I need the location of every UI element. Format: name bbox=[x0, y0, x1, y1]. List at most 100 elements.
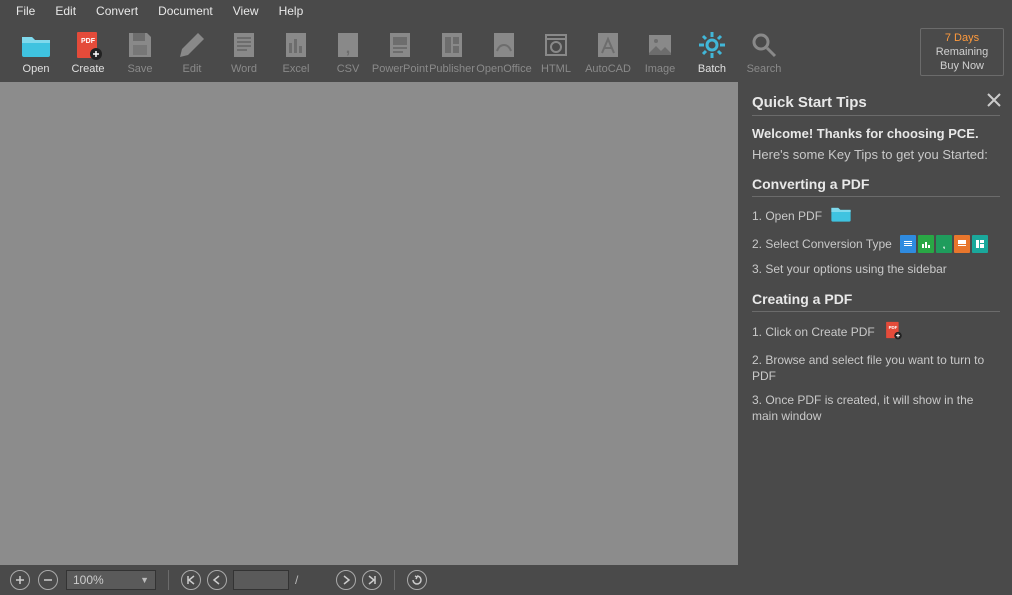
folder-icon bbox=[830, 205, 852, 227]
save-icon bbox=[124, 29, 156, 61]
autocad-label: AutoCAD bbox=[585, 63, 631, 75]
menu-convert[interactable]: Convert bbox=[86, 2, 148, 20]
folder-icon bbox=[20, 29, 52, 61]
svg-text:PDF: PDF bbox=[888, 325, 897, 330]
chevron-down-icon: ▼ bbox=[140, 575, 149, 585]
close-icon[interactable] bbox=[986, 92, 1002, 111]
page-separator: / bbox=[295, 573, 298, 587]
document-canvas bbox=[0, 82, 738, 565]
html-label: HTML bbox=[541, 63, 571, 75]
excel-icon bbox=[280, 29, 312, 61]
create-label: Create bbox=[71, 63, 104, 75]
word-button[interactable]: Word bbox=[220, 29, 268, 75]
pencil-icon bbox=[176, 29, 208, 61]
autocad-button[interactable]: AutoCAD bbox=[584, 29, 632, 75]
open-button[interactable]: Open bbox=[12, 29, 60, 75]
separator bbox=[168, 570, 169, 590]
html-button[interactable]: HTML bbox=[532, 29, 580, 75]
separator bbox=[394, 570, 395, 590]
last-page-button[interactable] bbox=[362, 570, 382, 590]
publisher-icon bbox=[436, 29, 468, 61]
search-button[interactable]: Search bbox=[740, 29, 788, 75]
word-icon bbox=[228, 29, 260, 61]
excel-mini-icon bbox=[918, 235, 934, 253]
conversion-type-icons: , bbox=[900, 235, 988, 253]
save-label: Save bbox=[127, 63, 152, 75]
create-pdf-icon: PDF bbox=[72, 29, 104, 61]
csv-label: CSV bbox=[337, 63, 360, 75]
pub-mini-icon bbox=[972, 235, 988, 253]
powerpoint-button[interactable]: PowerPoint bbox=[376, 29, 424, 75]
html-icon bbox=[540, 29, 572, 61]
csv-button[interactable]: , CSV bbox=[324, 29, 372, 75]
tips-title: Quick Start Tips bbox=[752, 94, 1000, 116]
powerpoint-label: PowerPoint bbox=[372, 63, 428, 75]
step-text: 2. Browse and select file you want to tu… bbox=[752, 352, 1000, 384]
trial-days: 7 Days bbox=[945, 31, 979, 45]
menubar: File Edit Convert Document View Help bbox=[0, 0, 1012, 22]
toolbar: Open PDF Create Save Edit Word Excel , bbox=[0, 22, 1012, 82]
edit-button[interactable]: Edit bbox=[168, 29, 216, 75]
tips-step: 3. Once PDF is created, it will show in … bbox=[752, 392, 1000, 424]
page-number-input[interactable] bbox=[233, 570, 289, 590]
zoom-value: 100% bbox=[73, 573, 104, 587]
open-label: Open bbox=[23, 63, 50, 75]
create-button[interactable]: PDF Create bbox=[64, 29, 112, 75]
autocad-icon bbox=[592, 29, 624, 61]
csv-icon: , bbox=[332, 29, 364, 61]
statusbar: 100% ▼ / bbox=[0, 565, 1012, 595]
zoom-select[interactable]: 100% ▼ bbox=[66, 570, 156, 590]
quick-start-panel: Quick Start Tips Welcome! Thanks for cho… bbox=[738, 82, 1012, 565]
svg-text:,: , bbox=[943, 240, 946, 249]
first-page-button[interactable] bbox=[181, 570, 201, 590]
menu-file[interactable]: File bbox=[6, 2, 45, 20]
menu-view[interactable]: View bbox=[223, 2, 269, 20]
tips-step: 1. Click on Create PDF PDF bbox=[752, 320, 1000, 344]
image-label: Image bbox=[645, 63, 676, 75]
search-label: Search bbox=[747, 63, 782, 75]
menu-help[interactable]: Help bbox=[269, 2, 314, 20]
main-area: Quick Start Tips Welcome! Thanks for cho… bbox=[0, 82, 1012, 565]
prev-page-button[interactable] bbox=[207, 570, 227, 590]
svg-text:,: , bbox=[346, 40, 350, 57]
create-pdf-icon: PDF bbox=[883, 320, 903, 344]
zoom-in-button[interactable] bbox=[10, 570, 30, 590]
tips-section1-title: Converting a PDF bbox=[752, 176, 1000, 197]
excel-button[interactable]: Excel bbox=[272, 29, 320, 75]
next-page-button[interactable] bbox=[336, 570, 356, 590]
batch-label: Batch bbox=[698, 63, 726, 75]
tips-step: 2. Browse and select file you want to tu… bbox=[752, 352, 1000, 384]
tips-step: 3. Set your options using the sidebar bbox=[752, 261, 1000, 277]
batch-button[interactable]: Batch bbox=[688, 29, 736, 75]
trial-remaining: Remaining bbox=[936, 45, 989, 59]
word-label: Word bbox=[231, 63, 257, 75]
step-text: 3. Once PDF is created, it will show in … bbox=[752, 392, 1000, 424]
svg-text:PDF: PDF bbox=[81, 38, 96, 45]
menu-document[interactable]: Document bbox=[148, 2, 223, 20]
menu-edit[interactable]: Edit bbox=[45, 2, 86, 20]
excel-label: Excel bbox=[283, 63, 310, 75]
openoffice-label: OpenOffice bbox=[476, 63, 531, 75]
ppt-mini-icon bbox=[954, 235, 970, 253]
image-button[interactable]: Image bbox=[636, 29, 684, 75]
tips-section2-title: Creating a PDF bbox=[752, 291, 1000, 312]
rotate-button[interactable] bbox=[407, 570, 427, 590]
tips-welcome: Welcome! Thanks for choosing PCE. bbox=[752, 126, 1000, 141]
search-icon bbox=[748, 29, 780, 61]
publisher-label: Publisher bbox=[429, 63, 475, 75]
trial-box[interactable]: 7 Days Remaining Buy Now bbox=[920, 28, 1004, 76]
word-mini-icon bbox=[900, 235, 916, 253]
zoom-out-button[interactable] bbox=[38, 570, 58, 590]
step-text: 3. Set your options using the sidebar bbox=[752, 261, 947, 277]
tips-sub: Here's some Key Tips to get you Started: bbox=[752, 147, 1000, 162]
step-text: 1. Click on Create PDF bbox=[752, 324, 875, 340]
trial-buy-now: Buy Now bbox=[940, 59, 984, 73]
publisher-button[interactable]: Publisher bbox=[428, 29, 476, 75]
tips-step: 2. Select Conversion Type , bbox=[752, 235, 1000, 253]
step-text: 1. Open PDF bbox=[752, 208, 822, 224]
save-button[interactable]: Save bbox=[116, 29, 164, 75]
gear-icon bbox=[696, 29, 728, 61]
edit-label: Edit bbox=[183, 63, 202, 75]
openoffice-icon bbox=[488, 29, 520, 61]
openoffice-button[interactable]: OpenOffice bbox=[480, 29, 528, 75]
